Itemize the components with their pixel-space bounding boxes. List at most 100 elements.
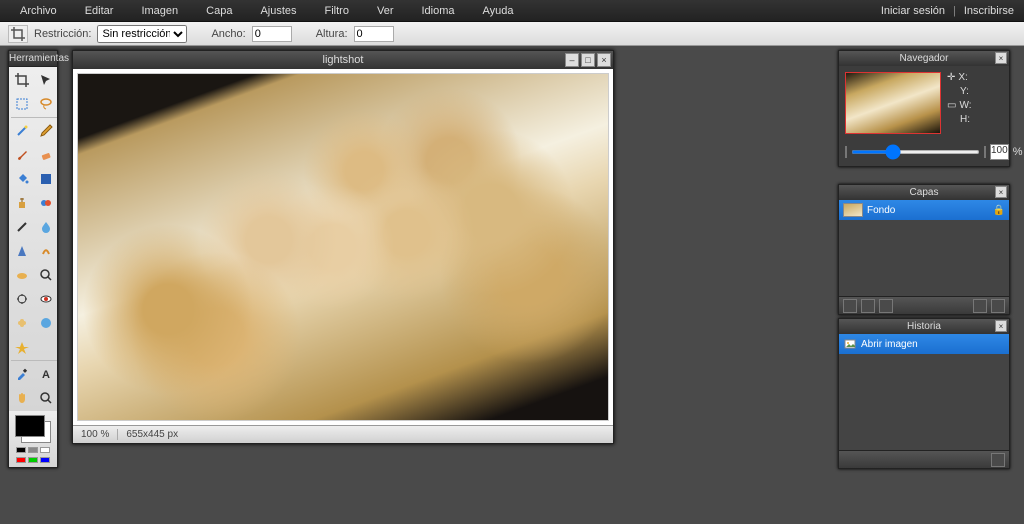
preset-swatch[interactable] (28, 447, 38, 453)
menu-filtro[interactable]: Filtro (311, 5, 363, 17)
type-tool-icon[interactable]: A (35, 363, 57, 385)
eraser-tool-icon[interactable] (35, 144, 57, 166)
mask-icon[interactable] (861, 299, 875, 313)
new-layer-icon[interactable] (843, 299, 857, 313)
menubar: Archivo Editar Imagen Capa Ajustes Filtr… (0, 0, 1024, 22)
delete-layer-icon[interactable] (991, 299, 1005, 313)
history-title: Historia × (839, 319, 1009, 334)
preset-swatch[interactable] (40, 447, 50, 453)
navigator-thumbnail[interactable] (845, 72, 941, 134)
layer-row[interactable]: Fondo 🔒 (839, 200, 1009, 220)
menu-archivo[interactable]: Archivo (6, 5, 71, 17)
preset-swatch[interactable] (40, 457, 50, 463)
crop-icon[interactable] (8, 25, 28, 43)
status-bar: 100 % 655x445 px (73, 425, 613, 443)
navigator-panel: Navegador × ✛X: Y: ▭W: H: 100 % (838, 50, 1010, 167)
menu-capa[interactable]: Capa (192, 5, 246, 17)
lasso-tool-icon[interactable] (35, 93, 57, 115)
zoom-value[interactable]: 100 (990, 144, 1009, 160)
move-tool-icon[interactable] (35, 69, 57, 91)
height-input[interactable] (354, 26, 394, 42)
auth-separator: | (949, 5, 960, 17)
zoom-in-icon[interactable] (984, 146, 986, 158)
color-swatches (9, 411, 57, 467)
restrict-label: Restricción: (34, 28, 91, 40)
navigator-title: Navegador × (839, 51, 1009, 66)
gradient-tool-icon[interactable] (35, 168, 57, 190)
options-bar: Restricción: Sin restricción Ancho: Altu… (0, 22, 1024, 46)
menu-idioma[interactable]: Idioma (407, 5, 468, 17)
canvas-title: lightshot (323, 54, 364, 66)
menu-ver[interactable]: Ver (363, 5, 408, 17)
restrict-select[interactable]: Sin restricción (97, 25, 187, 43)
nav-y-label: Y: (960, 86, 969, 97)
workspace: Herramientas (0, 46, 1024, 524)
layers-title: Capas × (839, 185, 1009, 200)
zoom-readout: 100 % (73, 429, 118, 440)
delete-history-icon[interactable] (991, 453, 1005, 467)
close-icon[interactable]: × (597, 53, 611, 67)
pencil-tool-icon[interactable] (35, 120, 57, 142)
history-panel: Historia × Abrir imagen (838, 318, 1010, 469)
bucket-tool-icon[interactable] (11, 168, 33, 190)
color-replace-tool-icon[interactable] (35, 192, 57, 214)
size-icon: ▭ (947, 100, 956, 111)
zoom-out-icon[interactable] (845, 146, 847, 158)
canvas-image[interactable] (77, 73, 609, 421)
brush-tool-icon[interactable] (11, 144, 33, 166)
menu-imagen[interactable]: Imagen (127, 5, 192, 17)
preset-swatch[interactable] (16, 457, 26, 463)
blur-tool-icon[interactable] (35, 216, 57, 238)
foreground-color-swatch[interactable] (15, 415, 45, 437)
width-label: Ancho: (211, 28, 245, 40)
close-icon[interactable]: × (995, 52, 1007, 64)
minimize-icon[interactable]: – (565, 53, 579, 67)
hand-tool-icon[interactable] (11, 387, 33, 409)
draw-tool-icon[interactable] (11, 216, 33, 238)
layers-panel: Capas × Fondo 🔒 (838, 184, 1010, 315)
preset-swatch[interactable] (16, 447, 26, 453)
eyedropper-tool-icon[interactable] (11, 363, 33, 385)
menu-ajustes[interactable]: Ajustes (246, 5, 310, 17)
height-label: Altura: (316, 28, 348, 40)
zoom-tool-icon[interactable] (35, 264, 57, 286)
merge-icon[interactable] (973, 299, 987, 313)
menu-editar[interactable]: Editar (71, 5, 128, 17)
width-input[interactable] (252, 26, 292, 42)
marquee-tool-icon[interactable] (11, 93, 33, 115)
canvas-titlebar[interactable]: lightshot – □ × (73, 51, 613, 69)
preset-swatch[interactable] (28, 457, 38, 463)
toolbox-title: Herramientas (9, 51, 57, 67)
open-image-icon (843, 337, 857, 351)
layer-thumbnail (843, 203, 863, 217)
redeye-tool-icon[interactable] (35, 288, 57, 310)
pinch-tool-icon[interactable] (11, 336, 33, 358)
zoom-slider[interactable] (851, 150, 980, 154)
clone-tool-icon[interactable] (11, 192, 33, 214)
bloat-tool-icon[interactable] (35, 312, 57, 334)
zoom2-tool-icon[interactable] (35, 387, 57, 409)
layer-name: Fondo (867, 205, 895, 216)
close-icon[interactable]: × (995, 320, 1007, 332)
dimensions-readout: 655x445 px (118, 429, 186, 440)
dodge-tool-icon[interactable] (11, 288, 33, 310)
maximize-icon[interactable]: □ (581, 53, 595, 67)
wand-tool-icon[interactable] (11, 120, 33, 142)
nav-w-label: W: (959, 100, 971, 111)
toolbox: Herramientas (8, 50, 58, 468)
nav-x-label: X: (958, 72, 967, 83)
sharpen-tool-icon[interactable] (11, 240, 33, 262)
history-label: Abrir imagen (861, 339, 918, 350)
spot-heal-tool-icon[interactable] (11, 312, 33, 334)
duplicate-icon[interactable] (879, 299, 893, 313)
canvas-window: lightshot – □ × 100 % 655x445 px (72, 50, 614, 444)
menu-ayuda[interactable]: Ayuda (469, 5, 528, 17)
signup-link[interactable]: Inscribirse (960, 5, 1018, 17)
history-row[interactable]: Abrir imagen (839, 334, 1009, 354)
crop-tool-icon[interactable] (11, 69, 33, 91)
smudge-tool-icon[interactable] (35, 240, 57, 262)
login-link[interactable]: Iniciar sesión (877, 5, 949, 17)
lock-icon[interactable]: 🔒 (993, 205, 1005, 216)
close-icon[interactable]: × (995, 186, 1007, 198)
sponge-tool-icon[interactable] (11, 264, 33, 286)
